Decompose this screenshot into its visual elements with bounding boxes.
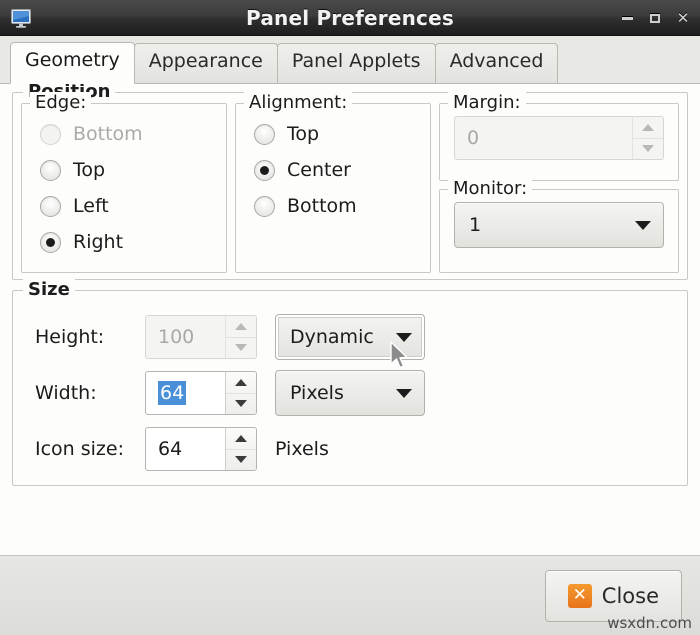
width-row: Width: 64 Pixels — [13, 365, 687, 421]
margin-group-legend: Margin: — [448, 92, 526, 113]
icon-size-label: Icon size: — [35, 438, 145, 460]
height-row: Height: 100 Dynamic — [13, 309, 687, 365]
alignment-group-legend: Alignment: — [244, 92, 352, 113]
window-controls: ✕ — [620, 0, 690, 36]
position-group: Position Edge: Bottom Top Left — [12, 92, 688, 280]
icon-size-spinner[interactable]: 64 — [145, 427, 257, 471]
margin-value: 0 — [455, 117, 632, 159]
radio-label: Bottom — [287, 195, 357, 217]
arrow-down-icon — [235, 400, 247, 407]
chevron-down-icon — [396, 389, 412, 398]
monitor-selected-value: 1 — [469, 214, 481, 236]
alignment-group: Alignment: Top Center Bottom — [235, 103, 431, 273]
icon-size-value: 64 — [146, 428, 225, 470]
geometry-tab-content: Position Edge: Bottom Top Left — [0, 84, 700, 555]
width-value-container: 64 — [146, 372, 225, 414]
height-label: Height: — [35, 326, 145, 348]
margin-group: Margin: 0 — [439, 103, 679, 181]
height-value: 100 — [146, 316, 225, 358]
width-value: 64 — [158, 381, 186, 405]
width-mode-value: Pixels — [290, 382, 344, 404]
radio-label: Center — [287, 159, 351, 181]
chevron-down-icon — [635, 221, 651, 230]
margin-increment-button[interactable] — [633, 117, 663, 139]
panel-preferences-window: Panel Preferences ✕ Geometry Appearance … — [0, 0, 700, 635]
width-spinner-buttons — [225, 372, 256, 414]
height-mode-value: Dynamic — [290, 326, 374, 348]
margin-spinner[interactable]: 0 — [454, 116, 664, 160]
radio-circle-icon — [40, 160, 61, 181]
arrow-up-icon — [235, 435, 247, 442]
margin-spinner-buttons — [632, 117, 663, 159]
chevron-down-icon — [396, 333, 412, 342]
margin-decrement-button[interactable] — [633, 139, 663, 160]
maximize-button[interactable] — [648, 11, 662, 25]
tab-panel-applets[interactable]: Panel Applets — [277, 43, 436, 83]
tab-advanced[interactable]: Advanced — [435, 43, 559, 83]
watermark: wsxdn.com — [607, 614, 692, 632]
tab-bar: Geometry Appearance Panel Applets Advanc… — [0, 36, 700, 84]
radio-circle-icon — [254, 124, 275, 145]
radio-label: Right — [73, 231, 123, 253]
tab-appearance[interactable]: Appearance — [134, 43, 278, 83]
radio-label: Bottom — [73, 123, 143, 145]
width-mode-dropdown[interactable]: Pixels — [275, 370, 425, 416]
radio-circle-icon — [40, 196, 61, 217]
radio-edge-right[interactable]: Right — [40, 224, 226, 260]
radio-label: Top — [287, 123, 319, 145]
radio-circle-icon — [254, 196, 275, 217]
arrow-down-icon — [642, 145, 654, 152]
radio-alignment-top[interactable]: Top — [254, 116, 430, 152]
window-title: Panel Preferences — [0, 6, 700, 30]
size-group-legend: Size — [23, 279, 75, 300]
tab-geometry[interactable]: Geometry — [10, 42, 135, 84]
width-increment-button[interactable] — [226, 372, 256, 394]
width-spinner[interactable]: 64 — [145, 371, 257, 415]
arrow-down-icon — [235, 456, 247, 463]
arrow-up-icon — [235, 379, 247, 386]
monitor-group-legend: Monitor: — [448, 178, 532, 199]
close-button-label: Close — [602, 584, 659, 608]
radio-edge-left[interactable]: Left — [40, 188, 226, 224]
edge-group-legend: Edge: — [30, 92, 91, 113]
radio-circle-icon — [40, 124, 61, 145]
width-label: Width: — [35, 382, 145, 404]
dialog-action-bar: ✕ Close — [0, 555, 700, 635]
monitor-icon — [8, 5, 34, 31]
height-spinner[interactable]: 100 — [145, 315, 257, 359]
height-spinner-buttons — [225, 316, 256, 358]
radio-alignment-center[interactable]: Center — [254, 152, 430, 188]
minimize-button[interactable] — [620, 11, 634, 25]
radio-edge-top[interactable]: Top — [40, 152, 226, 188]
radio-alignment-bottom[interactable]: Bottom — [254, 188, 430, 224]
icon-size-decrement-button[interactable] — [226, 450, 256, 471]
window-titlebar[interactable]: Panel Preferences ✕ — [0, 0, 700, 36]
radio-edge-bottom[interactable]: Bottom — [40, 116, 226, 152]
monitor-group: Monitor: 1 — [439, 189, 679, 273]
edge-group: Edge: Bottom Top Left — [21, 103, 227, 273]
icon-size-row: Icon size: 64 Pixels — [13, 421, 687, 477]
height-mode-dropdown[interactable]: Dynamic — [275, 314, 425, 360]
icon-size-unit-label: Pixels — [275, 438, 329, 460]
close-icon: ✕ — [568, 584, 592, 608]
size-group: Size Height: 100 Dynamic Width: — [12, 290, 688, 486]
icon-size-increment-button[interactable] — [226, 428, 256, 450]
close-window-button[interactable]: ✕ — [676, 11, 690, 25]
width-decrement-button[interactable] — [226, 394, 256, 415]
monitor-dropdown[interactable]: 1 — [454, 202, 664, 248]
icon-size-spinner-buttons — [225, 428, 256, 470]
arrow-down-icon — [235, 344, 247, 351]
arrow-up-icon — [235, 323, 247, 330]
height-decrement-button[interactable] — [226, 338, 256, 359]
radio-circle-selected-icon — [40, 232, 61, 253]
radio-label: Top — [73, 159, 105, 181]
radio-label: Left — [73, 195, 109, 217]
arrow-up-icon — [642, 124, 654, 131]
height-increment-button[interactable] — [226, 316, 256, 338]
radio-circle-selected-icon — [254, 160, 275, 181]
